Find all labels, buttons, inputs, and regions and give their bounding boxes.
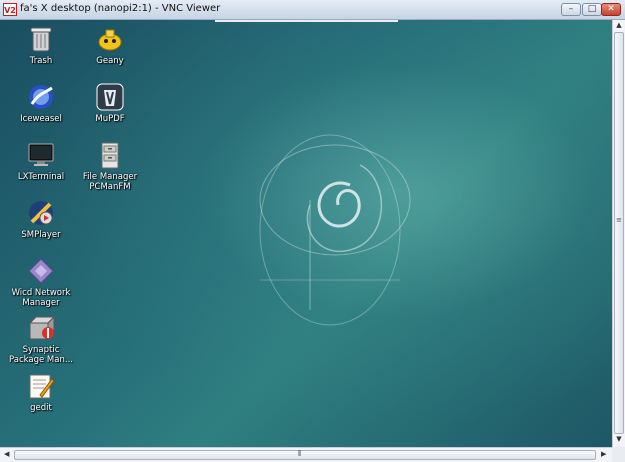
vertical-scrollbar[interactable]: ▲ ≡ ▼: [612, 20, 625, 447]
window-title-bar[interactable]: V2 fa's X desktop (nanopi2:1) - VNC View…: [0, 0, 625, 20]
icon-label: File Manager PCManFM: [82, 172, 138, 192]
remote-desktop[interactable]: Trash Geany Iceweasel MuPDF LXTerminal F…: [0, 20, 612, 447]
trash-icon: [26, 24, 56, 54]
synaptic-icon: [26, 313, 56, 343]
mupdf-icon: [95, 82, 125, 112]
desktop-icon-wicd[interactable]: Wicd Network Manager: [6, 256, 76, 308]
wicd-icon: [26, 256, 56, 286]
scroll-left-arrow-icon[interactable]: ◀: [4, 450, 9, 458]
scroll-grip-icon: ≡: [616, 216, 622, 224]
icon-label: Wicd Network Manager: [11, 288, 71, 308]
icon-label: gedit: [30, 403, 52, 413]
file-manager-icon: [95, 140, 125, 170]
close-button[interactable]: ✕: [601, 3, 621, 16]
scroll-right-arrow-icon[interactable]: ▶: [601, 450, 606, 458]
icon-label: MuPDF: [95, 114, 125, 124]
maximize-button[interactable]: □: [582, 3, 602, 16]
vertical-scroll-thumb[interactable]: [614, 32, 624, 434]
vnc-logo-icon: V2: [3, 3, 17, 16]
debian-swirl-wallpaper-icon: [259, 134, 411, 326]
smplayer-icon: [26, 198, 56, 228]
icon-label: LXTerminal: [17, 172, 65, 182]
icon-label: Geany: [96, 56, 124, 66]
iceweasel-icon: [26, 82, 56, 112]
gedit-icon: [26, 371, 56, 401]
desktop-top-panel-edge: [215, 20, 398, 22]
desktop-icon-smplayer[interactable]: SMPlayer: [6, 198, 76, 240]
terminal-icon: [26, 140, 56, 170]
icon-label: Trash: [29, 56, 53, 66]
desktop-icon-lxterminal[interactable]: LXTerminal: [6, 140, 76, 182]
icon-label: Iceweasel: [20, 114, 62, 124]
scroll-up-arrow-icon[interactable]: ▲: [613, 21, 625, 29]
desktop-icon-synaptic[interactable]: Synaptic Package Man...: [6, 313, 76, 365]
geany-icon: [95, 24, 125, 54]
icon-label: Synaptic Package Man...: [9, 345, 73, 365]
scroll-down-arrow-icon[interactable]: ▼: [613, 435, 625, 443]
desktop-icon-file-manager[interactable]: File Manager PCManFM: [75, 140, 145, 192]
minimize-button[interactable]: –: [561, 3, 581, 16]
icon-label: SMPlayer: [21, 230, 61, 240]
desktop-icon-iceweasel[interactable]: Iceweasel: [6, 82, 76, 124]
scroll-grip-icon: ⦀: [298, 449, 302, 458]
window-title: fa's X desktop (nanopi2:1) - VNC Viewer: [20, 3, 221, 14]
desktop-icon-gedit[interactable]: gedit: [6, 371, 76, 413]
horizontal-scrollbar[interactable]: ◀ ⦀ ▶: [0, 447, 625, 462]
desktop-icon-mupdf[interactable]: MuPDF: [75, 82, 145, 124]
horizontal-scroll-thumb[interactable]: [14, 450, 596, 460]
desktop-icon-trash[interactable]: Trash: [6, 24, 76, 66]
desktop-icon-geany[interactable]: Geany: [75, 24, 145, 66]
scrollbar-corner: [612, 447, 625, 462]
